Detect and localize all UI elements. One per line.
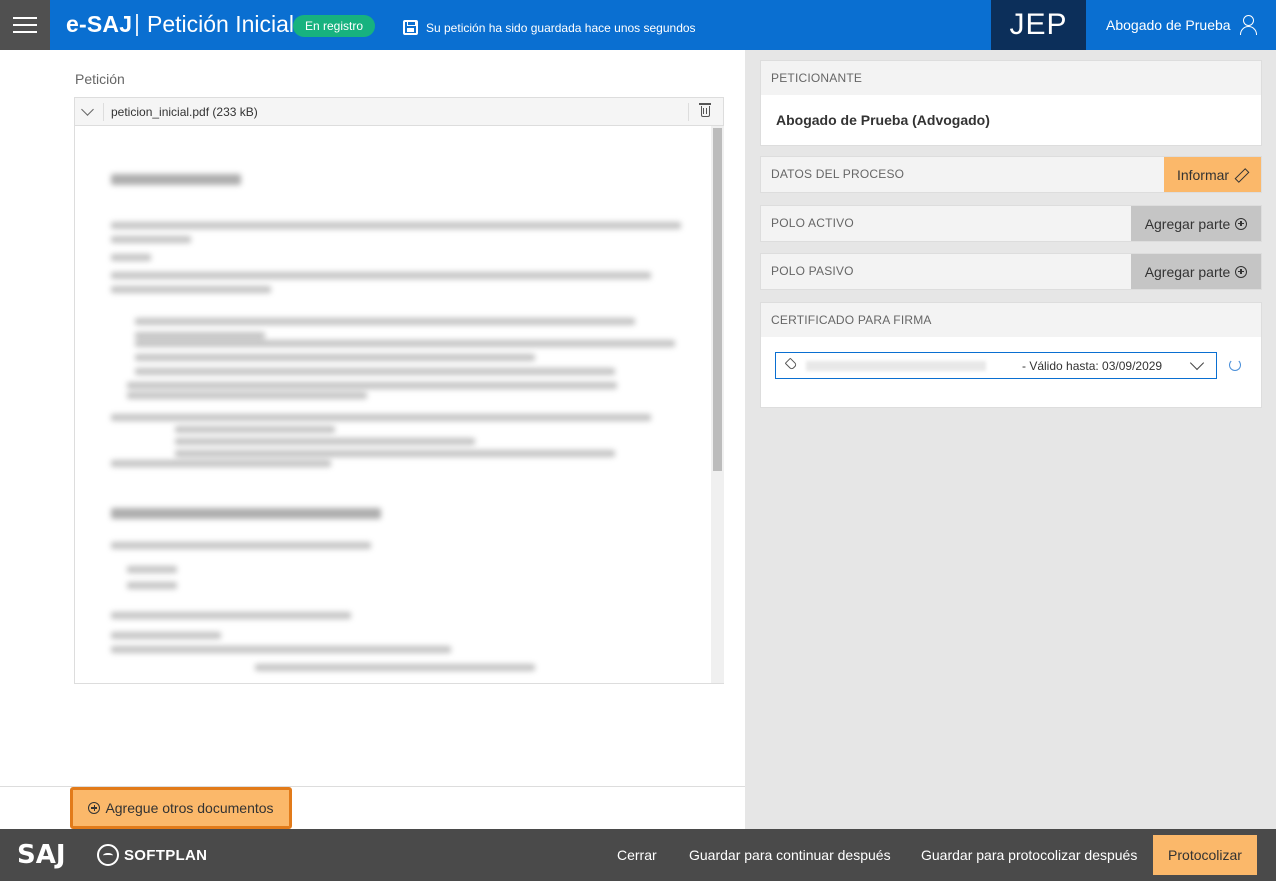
document-file-name[interactable]: peticion_inicial.pdf (233 kB): [111, 105, 258, 119]
add-documents-label: Agregue otros documentos: [105, 800, 274, 816]
softplan-mark-icon: [97, 844, 119, 866]
active-pole-card: POLO ACTIVO Agregar parte: [760, 205, 1262, 242]
passive-pole-title: POLO PASIVO: [771, 264, 854, 278]
certificate-validity: - Válido hasta: 03/09/2029: [1022, 359, 1163, 373]
petitioner-title: PETICIONANTE: [771, 71, 863, 85]
section-label: Petición: [75, 71, 125, 87]
add-party-label: Agregar parte: [1144, 215, 1231, 232]
scrollbar[interactable]: [711, 126, 724, 683]
close-button[interactable]: Cerrar: [617, 847, 657, 863]
brand-logo[interactable]: e-SAJ: [66, 11, 132, 38]
petitioner-name: Abogado de Prueba (Advogado): [776, 112, 990, 128]
inform-button-label: Informar: [1176, 166, 1230, 183]
saj-logo: SAJ: [17, 840, 66, 870]
page-title: Petición Inicial: [147, 11, 295, 37]
pencil-icon: [1234, 168, 1248, 182]
divider: [688, 103, 689, 121]
divider: [103, 103, 104, 121]
chevron-down-icon[interactable]: [81, 103, 94, 116]
process-data-card: DATOS DEL PROCESO Informar: [760, 156, 1262, 193]
process-data-title: DATOS DEL PROCESO: [771, 167, 905, 181]
plus-circle-icon: [1235, 265, 1248, 278]
certificate-body: - Válido hasta: 03/09/2029: [761, 337, 1261, 407]
save-continue-later-button[interactable]: Guardar para continuar después: [689, 847, 891, 863]
status-badge: En registro: [293, 15, 376, 37]
save-protocol-later-button[interactable]: Guardar para protocolizar después: [921, 847, 1137, 863]
document-viewer: peticion_inicial.pdf (233 kB): [74, 97, 724, 684]
add-passive-party-button[interactable]: Agregar parte: [1131, 254, 1261, 289]
protocolize-button[interactable]: Protocolizar: [1153, 835, 1257, 875]
floppy-disk-icon: [403, 20, 418, 35]
certificate-card: CERTIFICADO PARA FIRMA - Válido hasta: 0…: [760, 302, 1262, 408]
title-separator: |: [134, 10, 140, 36]
scrollbar-thumb[interactable]: [713, 128, 722, 471]
passive-pole-card: POLO PASIVO Agregar parte: [760, 253, 1262, 290]
user-icon[interactable]: [1239, 15, 1257, 35]
certificate-name-redacted: [806, 361, 986, 371]
tag-icon: [784, 357, 798, 371]
user-name[interactable]: Abogado de Prueba: [1106, 17, 1231, 33]
plus-circle-icon: [88, 802, 101, 814]
organization-logo: JEP: [991, 0, 1086, 50]
footer-bar: SAJ SOFTPLAN Cerrar Guardar para continu…: [0, 829, 1276, 881]
plus-circle-icon: [1235, 217, 1248, 230]
top-header: e-SAJ | Petición Inicial En registro Su …: [0, 0, 1276, 50]
inform-button[interactable]: Informar: [1164, 157, 1261, 192]
certificate-select[interactable]: - Válido hasta: 03/09/2029: [775, 352, 1217, 379]
add-party-label: Agregar parte: [1144, 263, 1231, 280]
save-status-text: Su petición ha sido guardada hace unos s…: [426, 20, 696, 35]
refresh-icon[interactable]: [1229, 359, 1241, 371]
details-sidebar: PETICIONANTE Abogado de Prueba (Advogado…: [745, 50, 1276, 829]
document-header: peticion_inicial.pdf (233 kB): [75, 98, 723, 126]
hamburger-menu-icon[interactable]: [0, 0, 50, 50]
pdf-preview[interactable]: [75, 126, 711, 683]
active-pole-title: POLO ACTIVO: [771, 216, 854, 230]
certificate-title: CERTIFICADO PARA FIRMA: [771, 313, 932, 327]
trash-icon[interactable]: [699, 103, 711, 117]
user-menu[interactable]: Abogado de Prueba: [1106, 15, 1257, 35]
petitioner-body: Abogado de Prueba (Advogado): [761, 95, 1261, 145]
add-active-party-button[interactable]: Agregar parte: [1131, 206, 1261, 241]
petitioner-card: PETICIONANTE Abogado de Prueba (Advogado…: [760, 60, 1262, 146]
softplan-text: SOFTPLAN: [124, 846, 208, 864]
softplan-logo: SOFTPLAN: [97, 844, 207, 866]
save-status: Su petición ha sido guardada hace unos s…: [403, 20, 696, 35]
chevron-down-icon[interactable]: [1189, 355, 1205, 371]
document-pane: Petición peticion_inicial.pdf (233 kB) A…: [0, 50, 745, 829]
add-documents-button[interactable]: Agregue otros documentos: [70, 787, 292, 829]
